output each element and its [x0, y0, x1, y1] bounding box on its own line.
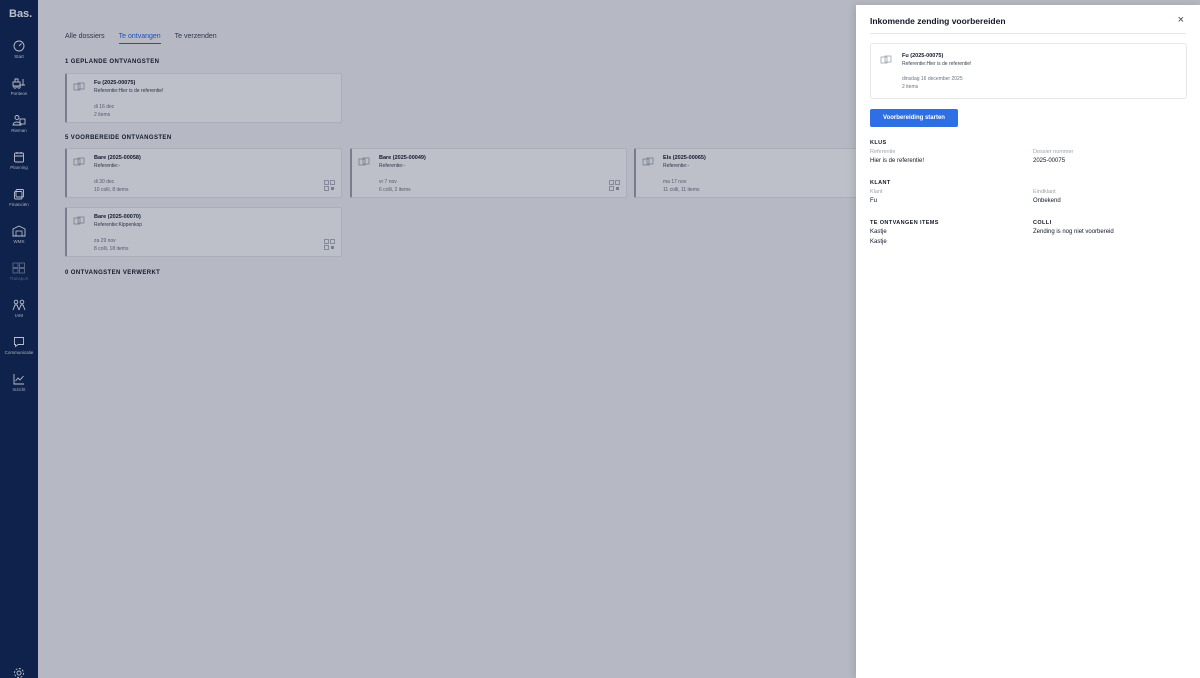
package-icon — [880, 55, 892, 64]
item-value: Kastje — [870, 239, 887, 245]
section-heading-klant: KLANT — [870, 180, 891, 186]
colli-status: Zending is nog niet voorbereid — [1033, 229, 1114, 235]
klant-label: Klant — [870, 189, 883, 195]
klant-value: Fu — [870, 198, 878, 204]
section-heading-colli: COLLI — [1033, 220, 1052, 226]
eindklant-value: Onbekend — [1033, 198, 1061, 204]
card-title: Fu (2025-00075) — [902, 53, 944, 59]
card-items: 2 items — [902, 84, 919, 90]
dossier-number-value: 2025-00075 — [1033, 158, 1066, 164]
reference-label: Referentie — [870, 149, 896, 155]
close-icon[interactable]: × — [1178, 15, 1184, 26]
section-heading-items: TE ONTVANGEN ITEMS — [870, 220, 939, 226]
divider — [870, 33, 1186, 34]
shipment-summary-card: Fu (2025-00075) Referentie:Hier is de re… — [870, 43, 1187, 99]
card-reference: Referentie:Hier is de referentie! — [902, 61, 972, 67]
item-value: Kastje — [870, 229, 887, 235]
eindklant-label: Eindklant — [1033, 189, 1056, 195]
reference-value: Hier is de referentie! — [870, 158, 925, 164]
panel-title: Inkomende zending voorbereiden — [870, 16, 1006, 26]
card-date: dinsdag 16 december 2025 — [902, 76, 963, 82]
side-panel: Inkomende zending voorbereiden × Fu (202… — [856, 5, 1200, 678]
section-heading-klus: KLUS — [870, 140, 887, 146]
start-preparation-button[interactable]: Voorbereiding starten — [870, 109, 958, 127]
dossier-number-label: Dossier nummer — [1033, 149, 1074, 155]
